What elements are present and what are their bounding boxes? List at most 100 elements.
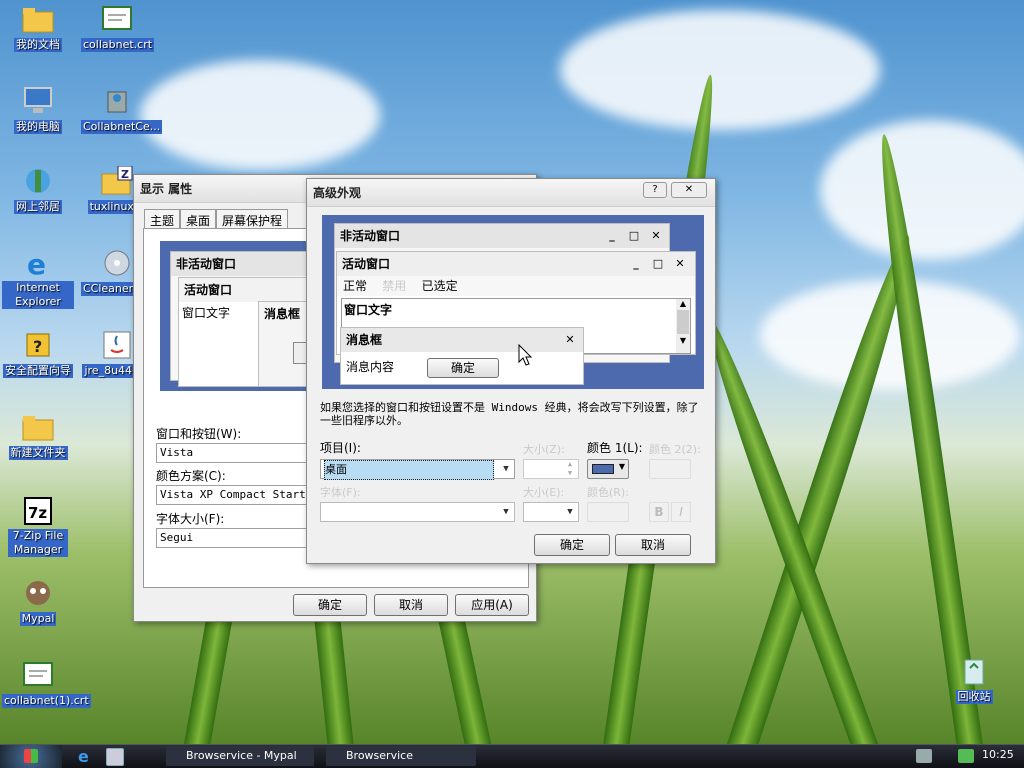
desktop-icon-my-computer[interactable]: 我的电脑 [2, 86, 74, 134]
apply-button[interactable]: 应用(A) [455, 594, 529, 616]
advanced-cancel-button[interactable]: 取消 [615, 534, 691, 556]
start-button[interactable] [0, 745, 62, 768]
tab-desktop[interactable]: 桌面 [180, 209, 217, 229]
certificate-icon [100, 4, 134, 34]
taskbar-item-browservice[interactable]: Browservice - Mypal [166, 746, 314, 766]
desktop-icon-my-documents[interactable]: 我的文档 [2, 4, 74, 52]
show-desktop-icon[interactable] [106, 748, 124, 766]
preview-window-text: 窗口文字 [344, 303, 393, 317]
italic-icon: I [679, 505, 683, 519]
desktop-icon-security-wizard[interactable]: ? 安全配置向导 [2, 330, 74, 378]
msgbox-ok-button: 确定 [427, 358, 499, 378]
tab-theme[interactable]: 主题 [144, 209, 181, 229]
font-color-label: 颜色(R): [587, 486, 629, 499]
font-size-label: 大小(E): [523, 486, 565, 499]
description-text: 如果您选择的窗口和按钮设置不是 Windows 经典，将会改写下列设置，除了一些… [320, 401, 699, 427]
cd-icon [100, 248, 134, 278]
spinner-icon: ▲ ▼ [567, 460, 573, 477]
7zip-icon: 7z [21, 496, 55, 526]
mypal-icon [21, 578, 55, 608]
ie-icon: e [21, 248, 55, 281]
desktop-icon-network[interactable]: 网上邻居 [2, 166, 74, 214]
preview-menubar: 正常 禁用 已选定 [337, 276, 695, 296]
advanced-ok-button[interactable]: 确定 [534, 534, 610, 556]
preview-active-title: 活动窗口 [179, 278, 319, 302]
color-scheme-label: 颜色方案(C): [156, 469, 226, 483]
font-color-button[interactable] [587, 502, 629, 522]
color1-button[interactable]: ▼ [587, 459, 629, 479]
windows-logo-icon [24, 749, 38, 763]
color2-label: 颜色 2(2): [649, 443, 701, 456]
item-label: 项目(I): [320, 441, 361, 455]
font-size-label: 字体大小(F): [156, 512, 225, 526]
recycle-bin-icon [957, 656, 991, 686]
tray-network-icon[interactable] [916, 749, 932, 763]
svg-text:e: e [27, 248, 46, 278]
appearance-preview: 非活动窗口 活动窗口 窗口文字 消息框 [160, 241, 320, 391]
taskbar-item-label: Browservice - Mypal [186, 749, 297, 762]
chevron-down-icon: ▼ [503, 507, 509, 517]
font-size-select[interactable]: ▼ [523, 502, 579, 522]
desktop-icon-recycle-bin[interactable]: 回收站 [938, 656, 1010, 704]
window-buttons-select[interactable]: Vista [156, 443, 316, 463]
network-icon [21, 166, 55, 196]
window-buttons-label: 窗口和按钮(W): [156, 427, 242, 441]
desktop-icon-collabnet-crt[interactable]: collabnet.crt [81, 4, 155, 52]
tab-screensaver[interactable]: 屏幕保护程 [216, 209, 289, 229]
chevron-down-icon: ▼ [618, 462, 625, 471]
display-properties-tabs: 主题 桌面 屏幕保护程 [144, 209, 289, 229]
svg-text:?: ? [33, 337, 42, 356]
desktop-icon-collabnetce[interactable]: CollabnetCe... [81, 86, 163, 134]
color2-button[interactable] [649, 459, 691, 479]
close-icon: ✕ [651, 229, 661, 242]
svg-text:Z: Z [121, 168, 129, 181]
font-label: 字体(F): [320, 486, 361, 499]
help-icon: ? [652, 184, 658, 195]
minimize-icon: _ [633, 257, 639, 270]
mouse-cursor-icon [518, 344, 533, 366]
cancel-button[interactable]: 取消 [374, 594, 448, 616]
item-select[interactable]: 桌面 ▼ [320, 459, 515, 480]
close-icon: ✕ [675, 257, 685, 270]
preview-scrollbar: ▲ ▼ [676, 299, 690, 353]
item-select-value: 桌面 [324, 460, 494, 480]
size-label: 大小(Z): [523, 443, 565, 456]
wizard-icon: ? [21, 330, 55, 360]
tray-security-icon[interactable] [958, 749, 974, 763]
certificate-icon [21, 660, 55, 690]
ok-button[interactable]: 确定 [293, 594, 367, 616]
taskbar: e [0, 744, 1024, 768]
desktop-icon-internet-explorer[interactable]: e Internet Explorer [2, 248, 74, 309]
desktop-icon-new-folder[interactable]: 新建文件夹 [2, 412, 74, 460]
msgbox-text: 消息内容 [346, 360, 395, 374]
advanced-preview: 非活动窗口 _ □ ✕ 活动窗口 _ □ ✕ 正常 禁用 已选定 窗口文字 ▲ ▼… [322, 215, 704, 389]
desktop-icon-mypal[interactable]: Mypal [2, 578, 74, 626]
preview-inactive-title: 非活动窗口 [171, 252, 319, 276]
color1-label: 颜色 1(L): [587, 441, 643, 455]
font-select[interactable]: ▼ [320, 502, 515, 522]
close-button[interactable]: ✕ [671, 182, 707, 198]
taskbar-item-label: Browservice clipboard... [346, 749, 413, 762]
bold-icon: B [654, 505, 664, 519]
installer-icon [100, 86, 134, 116]
chevron-down-icon: ▼ [503, 464, 509, 474]
size-spinner[interactable]: ▲ ▼ [523, 459, 579, 479]
desktop-icon-7zip[interactable]: 7z 7-Zip File Manager [2, 496, 74, 557]
bold-button[interactable]: B [649, 502, 669, 522]
font-size-select[interactable]: Segui [156, 528, 316, 548]
italic-button[interactable]: I [671, 502, 691, 522]
desktop-icon-collabnet1-crt[interactable]: collabnet(1).crt [2, 660, 91, 708]
color1-swatch [592, 464, 614, 474]
clock: 10:25 [982, 748, 1014, 761]
menu-selected: 已选定 [421, 279, 458, 293]
taskbar-item-clipboard[interactable]: Browservice clipboard... [326, 746, 476, 766]
help-button[interactable]: ? [643, 182, 667, 198]
ie-quicklaunch-icon[interactable]: e [78, 748, 96, 766]
folder-icon [21, 4, 55, 34]
menu-disabled: 禁用 [382, 279, 407, 293]
chevron-down-icon: ▼ [567, 507, 573, 517]
java-icon [100, 330, 134, 360]
svg-text:7z: 7z [28, 504, 47, 522]
zip-folder-icon: Z [100, 165, 134, 196]
color-scheme-select[interactable]: Vista XP Compact Start Pa [156, 485, 316, 505]
